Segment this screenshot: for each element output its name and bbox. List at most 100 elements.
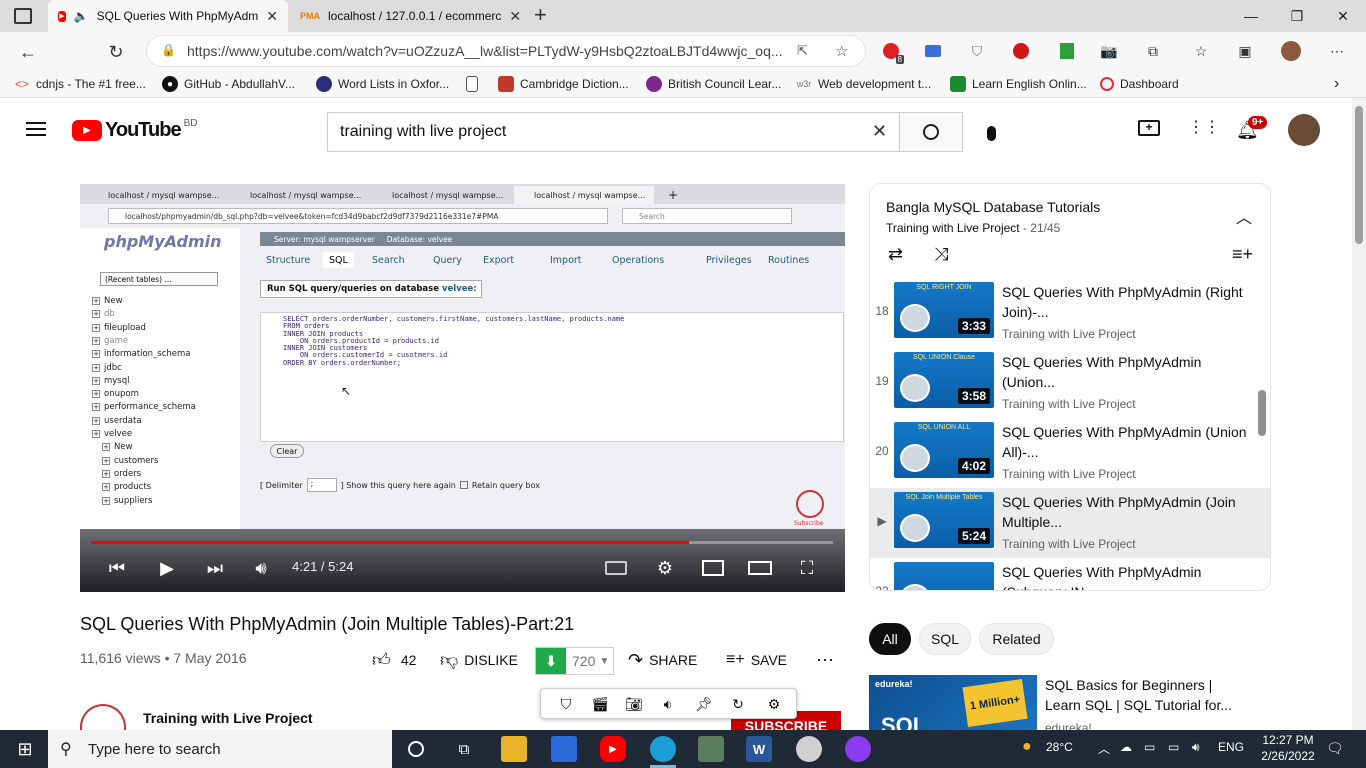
chip-sql[interactable]: SQL	[919, 623, 971, 655]
bookmark-dashboard[interactable]: Dashboard	[1100, 74, 1179, 94]
open-in-app-icon[interactable]: ⇱	[797, 43, 808, 59]
bookmark-cdnjs[interactable]: <> cdnjs - The #1 free...	[14, 74, 146, 94]
loop-arrow-icon[interactable]: ↻	[727, 694, 749, 714]
new-tab-button[interactable]: +	[534, 4, 554, 28]
clear-search-icon[interactable]: ✕	[872, 121, 887, 142]
bookmark-british-council[interactable]: British Council Lear...	[646, 74, 781, 94]
settings-gear-icon[interactable]: ⚙	[652, 554, 678, 582]
extension-blue-icon[interactable]	[922, 40, 944, 62]
playlist-item-thumbnail[interactable]: SQL RIGHT JOIN 3:33	[894, 282, 994, 338]
playlist-title[interactable]: Bangla MySQL Database Tutorials	[886, 199, 1100, 215]
playlist-item-title[interactable]: SQL Queries With PhpMyAdmin (Union...	[1002, 352, 1252, 392]
chip-related[interactable]: Related	[979, 623, 1054, 655]
volume-icon[interactable]: 🔊︎	[248, 554, 274, 582]
playlist-item-title[interactable]: SQL Queries With PhpMyAdmin (Right Join)…	[1002, 282, 1252, 322]
video-player[interactable]: localhost / mysql wampse... localhost / …	[80, 184, 845, 592]
taskbar-search-input[interactable]: ⚲ Type here to search	[48, 730, 392, 768]
temperature[interactable]: 28°C	[1046, 740, 1073, 754]
playlist-item[interactable]: 22 SQL Queries With PhpMyAdmin (Subquery …	[870, 558, 1270, 590]
apps-grid-icon[interactable]: ⋮⋮	[1188, 120, 1220, 138]
miniplayer-icon[interactable]	[700, 554, 726, 582]
tab-actions-icon[interactable]	[14, 8, 32, 24]
voice-search-button[interactable]	[976, 118, 1006, 148]
tray-overflow-icon[interactable]: ︿	[1098, 740, 1110, 757]
close-window-button[interactable]: ✕	[1320, 0, 1366, 32]
progress-bar[interactable]	[91, 541, 833, 544]
language-indicator[interactable]: ENG	[1218, 740, 1244, 754]
related-video-thumbnail[interactable]: edureka! SQL 1 Million+	[869, 675, 1037, 730]
bookmark-github[interactable]: ● GitHub - AbdullahV...	[162, 74, 295, 94]
puzzle-extensions-icon[interactable]: ⧉	[1142, 40, 1164, 62]
edge-browser-icon[interactable]	[650, 736, 676, 762]
bookmarks-overflow-icon[interactable]: ›	[1334, 74, 1339, 94]
windows-start-icon[interactable]: ⊞	[12, 736, 38, 762]
minimize-button[interactable]: —	[1228, 0, 1274, 32]
chip-all[interactable]: All	[869, 623, 911, 655]
onedrive-icon[interactable]: ☁	[1120, 740, 1132, 754]
add-to-queue-icon[interactable]: ≡+	[1232, 244, 1253, 265]
clapperboard-icon[interactable]: 🎬︎	[589, 694, 611, 714]
weather-icon[interactable]: ●	[1022, 738, 1032, 756]
tab-phpmyadmin[interactable]: PMA localhost / 127.0.0.1 / ecommerc ✕	[290, 0, 526, 32]
meet-now-icon[interactable]: ▭	[1144, 740, 1155, 754]
playlist-item[interactable]: ▶ SQL Join Multiple Tables 5:24 SQL Queries…	[870, 488, 1270, 558]
account-avatar[interactable]	[1288, 114, 1320, 146]
save-button[interactable]: ≡+ SAVE	[726, 648, 787, 672]
camera-extension-icon[interactable]: 📷	[1098, 40, 1120, 62]
share-button[interactable]: ↷ SHARE	[628, 648, 697, 672]
lock-icon[interactable]: 🔒	[161, 43, 176, 57]
cortana-icon[interactable]	[403, 736, 429, 762]
download-extension-icon[interactable]	[1056, 40, 1078, 62]
pin-icon[interactable]: 📌︎	[693, 694, 715, 714]
close-tab-icon[interactable]: ✕	[509, 8, 521, 25]
youtube-app-icon[interactable]: ▶	[600, 736, 626, 762]
playlist-item-title[interactable]: SQL Queries With PhpMyAdmin (Join Multip…	[1002, 492, 1252, 532]
favorite-star-icon[interactable]: ☆	[835, 42, 848, 60]
bookmark-page[interactable]	[466, 74, 478, 94]
loop-icon[interactable]: ⇄	[888, 244, 903, 265]
building-app-icon[interactable]	[698, 736, 724, 762]
dislike-count-extension[interactable]: ⬇ 720 ▼	[535, 647, 615, 675]
playlist-item-thumbnail[interactable]: SQL Join Multiple Tables 5:24	[894, 492, 994, 548]
youtube-logo[interactable]: ▶ YouTube BD	[72, 118, 197, 142]
camera-icon[interactable]: 📷︎	[623, 694, 645, 714]
clock[interactable]: 12:27 PM 2/26/2022	[1258, 732, 1318, 764]
theater-mode-icon[interactable]	[746, 554, 774, 582]
collections-icon[interactable]: ▣	[1234, 40, 1256, 62]
microsoft-store-icon[interactable]	[551, 736, 577, 762]
search-button[interactable]	[899, 112, 963, 152]
related-video-channel[interactable]: edureka!	[1045, 721, 1092, 730]
extension-red-icon[interactable]: 8	[880, 40, 904, 64]
channel-avatar[interactable]	[80, 704, 126, 730]
favorites-icon[interactable]: ☆	[1190, 40, 1212, 62]
playlist-item-title[interactable]: SQL Queries With PhpMyAdmin (Subquery IN…	[1002, 562, 1252, 590]
previous-icon[interactable]: ⏮	[104, 554, 130, 582]
audio-icon[interactable]: 🔉︎	[657, 694, 679, 714]
subtitles-icon[interactable]	[604, 554, 628, 582]
bookmark-cambridge[interactable]: Cambridge Diction...	[498, 74, 629, 94]
collapse-chevron-icon[interactable]: ︿	[1236, 204, 1252, 228]
playlist-scrollbar-thumb[interactable]	[1258, 390, 1266, 436]
related-video-title[interactable]: SQL Basics for Beginners | Learn SQL | S…	[1045, 675, 1255, 715]
playlist-item[interactable]: 19 SQL UNION Clause 3:58 SQL Queries With P…	[870, 348, 1270, 418]
close-tab-icon[interactable]: ✕	[266, 8, 278, 25]
like-button[interactable]: 👍︎ 42	[372, 648, 416, 672]
next-icon[interactable]: ⏭	[202, 554, 228, 582]
more-menu-icon[interactable]: ⋯	[1326, 40, 1348, 62]
reload-button[interactable]: ↻	[102, 38, 130, 66]
search-input[interactable]: training with live project ✕	[327, 112, 900, 152]
network-icon[interactable]: ▭	[1168, 740, 1179, 754]
back-button[interactable]: ←	[14, 38, 42, 66]
playlist-item[interactable]: 18 SQL RIGHT JOIN 3:33 SQL Queries With Php…	[870, 278, 1270, 348]
record-extension-icon[interactable]	[1010, 40, 1032, 62]
restore-button[interactable]: ❐	[1274, 0, 1320, 32]
profile-avatar[interactable]	[1280, 40, 1302, 62]
playlist-item[interactable]: 20 SQL UNION ALL 4:02 SQL Queries With PhpM…	[870, 418, 1270, 488]
adblock-shield-icon[interactable]: ⛉	[555, 694, 577, 714]
shield-extension-icon[interactable]: ⛉	[966, 40, 988, 62]
address-bar[interactable]: 🔒 https://www.youtube.com/watch?v=uOZzuz…	[146, 35, 866, 67]
page-scrollbar[interactable]	[1352, 98, 1366, 730]
shuffle-icon[interactable]: ⤨	[934, 244, 948, 265]
volume-tray-icon[interactable]: 🔊︎	[1192, 740, 1200, 755]
playlist-item-thumbnail[interactable]	[894, 562, 994, 590]
